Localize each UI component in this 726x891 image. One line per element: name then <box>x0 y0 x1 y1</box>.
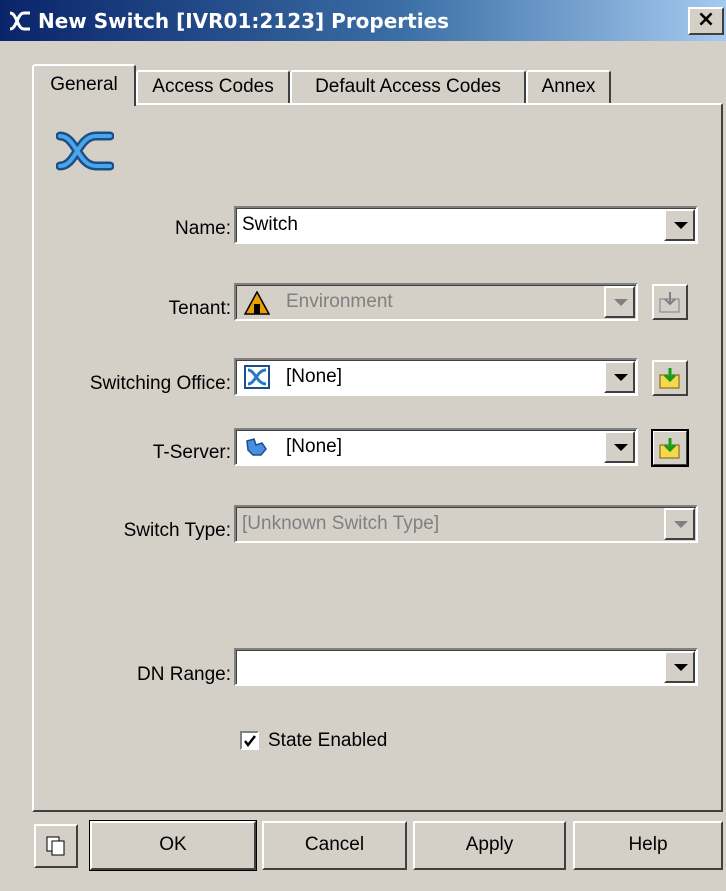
t-server-value: [None] <box>286 436 342 457</box>
title-bar: New Switch [IVR01:2123] Properties × <box>0 0 726 41</box>
ok-button[interactable]: OK <box>89 820 257 871</box>
help-button[interactable]: Help <box>573 821 723 870</box>
folder-browse-icon <box>659 292 680 313</box>
window-title: New Switch [IVR01:2123] Properties <box>38 9 450 33</box>
close-button[interactable]: × <box>688 7 724 35</box>
switching-office-browse-button[interactable] <box>652 360 688 396</box>
chevron-down-icon[interactable] <box>604 361 635 393</box>
tab-annex[interactable]: Annex <box>526 70 611 103</box>
switching-office-combo[interactable]: [None] <box>234 358 638 396</box>
tab-access-codes[interactable]: Access Codes <box>136 70 290 103</box>
tenant-combo: Environment <box>234 283 638 321</box>
name-label: Name: <box>175 218 231 239</box>
copy-icon <box>46 836 65 856</box>
cancel-button[interactable]: Cancel <box>262 821 407 870</box>
t-server-combo[interactable]: [None] <box>234 428 638 466</box>
chevron-down-icon[interactable] <box>664 209 695 241</box>
dn-range-combo[interactable] <box>234 648 698 686</box>
t-server-label: T-Server: <box>152 442 231 463</box>
apply-button[interactable]: Apply <box>413 821 566 870</box>
t-server-icon <box>246 438 267 456</box>
switch-icon <box>9 11 30 31</box>
tenant-browse-button <box>652 284 688 320</box>
folder-browse-icon <box>659 368 680 389</box>
tenant-value: Environment <box>286 291 393 312</box>
switch-type-combo: [Unknown Switch Type] <box>234 505 698 543</box>
t-server-browse-button[interactable] <box>651 429 689 467</box>
folder-browse-icon <box>659 438 680 459</box>
tab-default-access-codes[interactable]: Default Access Codes <box>290 70 526 103</box>
close-icon: × <box>696 7 716 32</box>
switching-office-value: [None] <box>286 366 342 387</box>
state-enabled-checkbox[interactable] <box>240 731 259 750</box>
name-combo[interactable]: Switch <box>234 206 698 244</box>
chevron-down-icon[interactable] <box>604 431 635 463</box>
tenant-icon <box>244 291 270 315</box>
switch-type-label: Switch Type: <box>123 520 231 541</box>
chevron-down-icon <box>664 508 695 540</box>
copy-button[interactable] <box>34 824 78 868</box>
dn-range-label: DN Range: <box>137 664 231 685</box>
tenant-label: Tenant: <box>168 298 231 319</box>
chevron-down-icon <box>604 286 635 318</box>
checkmark-icon <box>244 735 256 748</box>
switching-office-icon <box>244 365 270 389</box>
switching-office-label: Switching Office: <box>89 373 231 394</box>
switch-icon <box>56 131 114 171</box>
state-enabled-label: State Enabled <box>268 730 388 751</box>
chevron-down-icon[interactable] <box>664 651 695 683</box>
name-value: Switch <box>242 214 298 235</box>
tab-general[interactable]: General <box>32 64 136 106</box>
switch-type-value: [Unknown Switch Type] <box>242 513 440 534</box>
